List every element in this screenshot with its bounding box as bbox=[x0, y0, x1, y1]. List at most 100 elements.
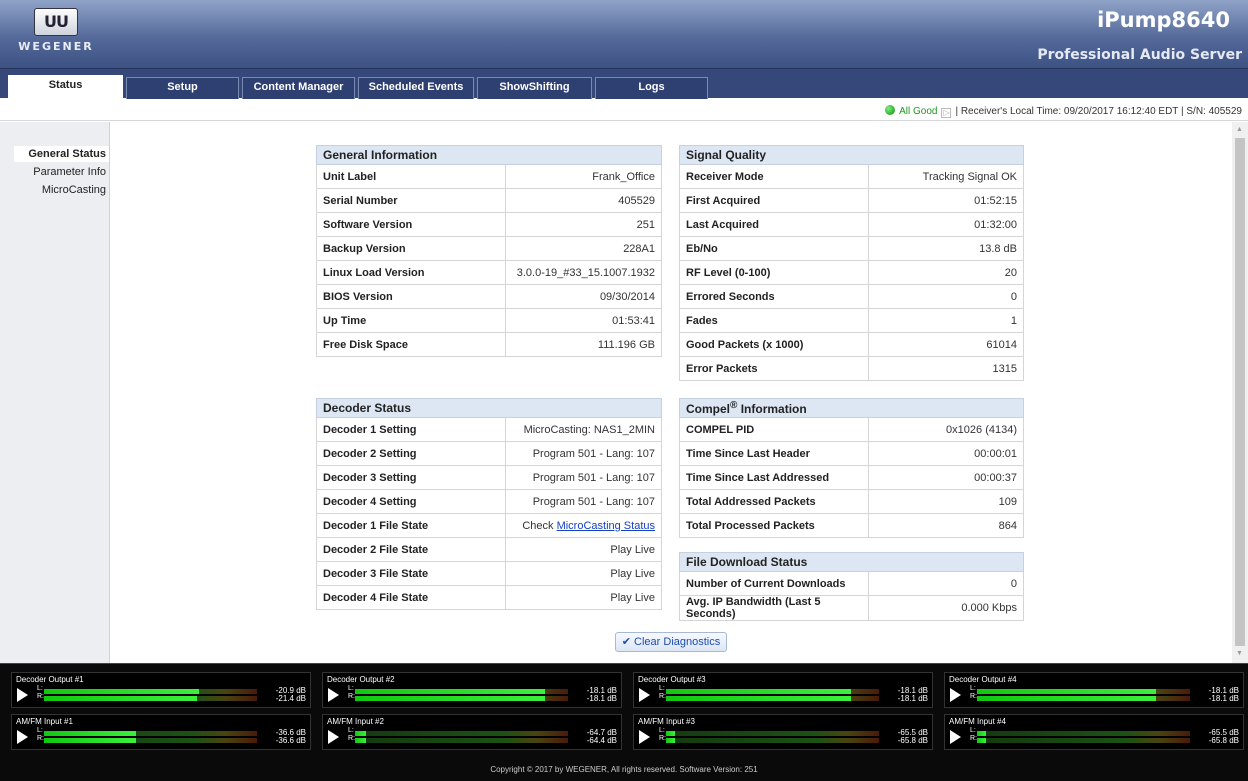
sidebar-item-microcasting[interactable]: MicroCasting bbox=[42, 184, 106, 196]
right-level-bar bbox=[977, 696, 1190, 701]
copyright: Copyright © 2017 by WEGENER, All rights … bbox=[490, 765, 758, 774]
table-row: Avg. IP Bandwidth (Last 5 Seconds) 0.000 … bbox=[678, 595, 1024, 621]
left-level-fill bbox=[355, 731, 366, 736]
left-channel-label: L: bbox=[659, 727, 665, 734]
right-channel-label: R: bbox=[970, 735, 977, 742]
tab-showshifting[interactable]: ShowShifting bbox=[477, 77, 592, 99]
meter-title: AM/FM Input #1 bbox=[16, 717, 73, 726]
table-row: Error Packets 1315 bbox=[678, 356, 1024, 381]
play-icon[interactable] bbox=[639, 688, 650, 702]
clear-diagnostics-button[interactable]: ✔ Clear Diagnostics bbox=[615, 632, 727, 652]
left-channel-label: L: bbox=[970, 727, 976, 734]
right-channel-label: R: bbox=[348, 735, 355, 742]
table-row: Up Time 01:53:41 bbox=[315, 308, 662, 333]
table-title: File Download Status bbox=[679, 552, 1024, 572]
left-level-bar bbox=[44, 731, 257, 736]
sidebar-item-general-status[interactable]: General Status bbox=[14, 146, 109, 162]
right-channel-label: R: bbox=[37, 693, 44, 700]
table-title: Compel® Information bbox=[679, 398, 1024, 418]
table-row: Receiver Mode Tracking Signal OK bbox=[678, 164, 1024, 189]
left-level-bar bbox=[355, 731, 568, 736]
amfm-input-meter: AM/FM Input #2 L: R: -64.7 dB -64.4 dB bbox=[322, 714, 622, 750]
app-header: UU WEGENER iPump8640 Professional Audio … bbox=[0, 0, 1248, 68]
play-icon[interactable] bbox=[639, 730, 650, 744]
table-row: Linux Load Version 3.0.0-19_#33_15.1007.1… bbox=[315, 260, 662, 285]
right-db-readout: -36.6 dB bbox=[275, 736, 306, 745]
play-icon[interactable] bbox=[17, 730, 28, 744]
meter-title: Decoder Output #4 bbox=[949, 675, 1017, 684]
decoder-output-meter: Decoder Output #3 L: R: -18.1 dB -18.1 dB bbox=[633, 672, 933, 708]
compel-information-table: Compel® Information COMPEL PID 0x1026 (41… bbox=[678, 398, 1024, 538]
tab-status[interactable]: Status bbox=[8, 75, 123, 99]
right-level-fill bbox=[44, 696, 198, 701]
scroll-thumb[interactable] bbox=[1235, 138, 1245, 646]
table-row: Errored Seconds 0 bbox=[678, 284, 1024, 309]
tab-logs[interactable]: Logs bbox=[595, 77, 708, 99]
general-information-table: General Information Unit Label Frank_Offi… bbox=[315, 145, 662, 357]
right-level-fill bbox=[666, 738, 675, 743]
right-level-fill bbox=[977, 738, 986, 743]
microcasting-status-link[interactable]: MicroCasting Status bbox=[557, 520, 655, 532]
right-level-bar bbox=[44, 696, 257, 701]
table-row: Free Disk Space 111.196 GB bbox=[315, 332, 662, 357]
scrollbar[interactable]: ▲ ▼ bbox=[1232, 122, 1248, 663]
table-row: Eb/No 13.8 dB bbox=[678, 236, 1024, 261]
left-level-fill bbox=[666, 689, 852, 694]
right-level-fill bbox=[977, 696, 1156, 701]
right-channel-label: R: bbox=[659, 735, 666, 742]
meter-title: Decoder Output #2 bbox=[327, 675, 395, 684]
main-nav: Status Setup Content Manager Scheduled E… bbox=[0, 68, 1248, 99]
product-subtitle: Professional Audio Server bbox=[1037, 47, 1242, 63]
logo-mark: UU bbox=[34, 8, 78, 36]
table-row: Time Since Last Addressed 00:00:37 bbox=[678, 465, 1024, 490]
right-level-bar bbox=[355, 696, 568, 701]
table-row: Serial Number 405529 bbox=[315, 188, 662, 213]
play-icon[interactable] bbox=[950, 730, 961, 744]
left-level-bar bbox=[977, 731, 1190, 736]
right-db-readout: -65.8 dB bbox=[897, 736, 928, 745]
scroll-up-icon[interactable]: ▲ bbox=[1236, 126, 1243, 133]
right-level-bar bbox=[355, 738, 568, 743]
table-row: Decoder 2 File State Play Live bbox=[315, 537, 662, 562]
scroll-down-icon[interactable]: ▼ bbox=[1236, 650, 1243, 657]
table-row: Decoder 3 File State Play Live bbox=[315, 561, 662, 586]
tab-content-manager[interactable]: Content Manager bbox=[242, 77, 355, 99]
meter-title: AM/FM Input #3 bbox=[638, 717, 695, 726]
decoder-output-meter: Decoder Output #2 L: R: -18.1 dB -18.1 dB bbox=[322, 672, 622, 708]
right-db-readout: -18.1 dB bbox=[897, 694, 928, 703]
amfm-input-meter: AM/FM Input #1 L: R: -36.6 dB -36.6 dB bbox=[11, 714, 311, 750]
play-icon[interactable] bbox=[17, 688, 28, 702]
play-icon[interactable] bbox=[328, 688, 339, 702]
sidebar-item-parameter-info[interactable]: Parameter Info bbox=[33, 166, 106, 178]
table-title: Decoder Status bbox=[316, 398, 662, 418]
left-level-bar bbox=[977, 689, 1190, 694]
table-row: RF Level (0-100) 20 bbox=[678, 260, 1024, 285]
table-row: Decoder 2 Setting Program 501 - Lang: 107 bbox=[315, 441, 662, 466]
table-row: Decoder 1 Setting MicroCasting: NAS1_2MIN bbox=[315, 417, 662, 442]
tab-scheduled-events[interactable]: Scheduled Events bbox=[358, 77, 474, 99]
left-level-fill bbox=[355, 689, 545, 694]
right-db-readout: -18.1 dB bbox=[586, 694, 617, 703]
logo-text: WEGENER bbox=[18, 40, 94, 53]
right-level-fill bbox=[355, 696, 545, 701]
left-channel-label: L: bbox=[348, 727, 354, 734]
right-level-fill bbox=[666, 696, 852, 701]
table-row: Total Addressed Packets 109 bbox=[678, 489, 1024, 514]
expand-icon[interactable]: ▷ bbox=[941, 108, 952, 118]
right-db-readout: -21.4 dB bbox=[275, 694, 306, 703]
right-db-readout: -18.1 dB bbox=[1208, 694, 1239, 703]
play-icon[interactable] bbox=[328, 730, 339, 744]
right-channel-label: R: bbox=[970, 693, 977, 700]
right-db-readout: -64.4 dB bbox=[586, 736, 617, 745]
checkmark-icon: ✔ bbox=[621, 636, 631, 648]
tab-setup[interactable]: Setup bbox=[126, 77, 239, 99]
play-icon[interactable] bbox=[950, 688, 961, 702]
right-channel-label: R: bbox=[659, 693, 666, 700]
amfm-input-meter: AM/FM Input #4 L: R: -65.5 dB -65.8 dB bbox=[944, 714, 1244, 750]
table-row: Fades 1 bbox=[678, 308, 1024, 333]
table-row: Last Acquired 01:32:00 bbox=[678, 212, 1024, 237]
table-row: Good Packets (x 1000) 61014 bbox=[678, 332, 1024, 357]
meter-title: Decoder Output #1 bbox=[16, 675, 84, 684]
decoder-output-meter: Decoder Output #1 L: R: -20.9 dB -21.4 dB bbox=[11, 672, 311, 708]
right-level-bar bbox=[666, 738, 879, 743]
